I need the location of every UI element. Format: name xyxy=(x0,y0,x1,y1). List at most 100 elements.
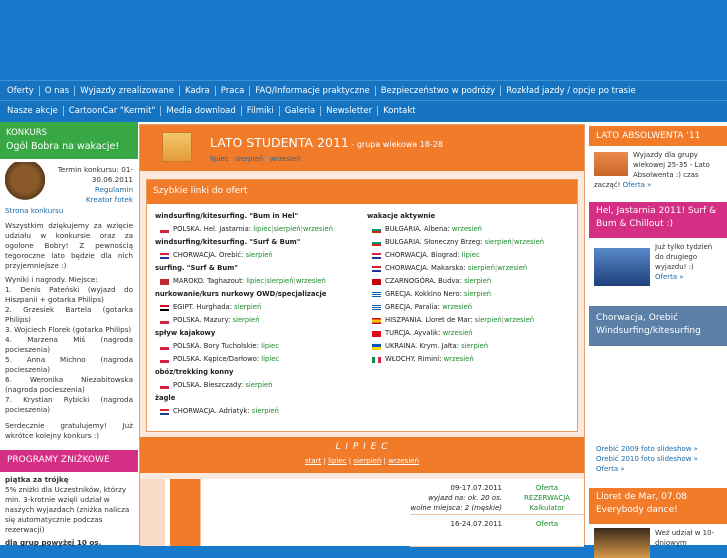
offer-month-link[interactable]: lipiec xyxy=(261,353,279,366)
lipiec-month-link[interactable]: sierpień xyxy=(353,457,381,465)
header-band xyxy=(0,0,727,80)
offer-month-link[interactable]: wrzesień xyxy=(497,262,527,275)
offer-row: POLSKA. Kępice/Darłowo: lipiec xyxy=(155,353,365,366)
nav-item[interactable]: Galeria xyxy=(280,106,322,116)
offer-month-link[interactable]: wrzesień xyxy=(514,236,544,249)
offer-month-link[interactable]: lipiec xyxy=(253,223,271,236)
lloret-header[interactable]: Lloret de Mar, 07.08 Everybody dance! xyxy=(589,488,727,524)
programy-header[interactable]: PROGRAMY ZNIŻKOWE xyxy=(0,450,138,472)
offer-month-link[interactable]: wrzesień xyxy=(303,223,333,236)
offer-month-link[interactable]: sierpień xyxy=(464,288,491,301)
flag-icon xyxy=(160,382,169,389)
nav-item[interactable]: Newsletter xyxy=(321,106,379,116)
offer-month-link[interactable]: wrzesień xyxy=(504,314,534,327)
nav-item[interactable]: Filmiki xyxy=(242,106,280,116)
offer-month-link[interactable]: sierpień xyxy=(252,405,279,418)
offer-row: GRECJA. Paralia: wrzesień xyxy=(367,301,572,314)
offer-month-link[interactable]: sierpień xyxy=(468,262,495,275)
offer-month-link[interactable]: lipiec xyxy=(462,249,480,262)
offer-place: CZARNOGÓRA. Budva: xyxy=(385,277,462,285)
offer-month-link[interactable]: sierpień xyxy=(464,275,491,288)
offer-month-link[interactable]: sierpień xyxy=(475,314,502,327)
nav-item[interactable]: Nasze akcje xyxy=(2,106,64,116)
left-column: KONKURS Ogól Bobra na wakacje! Termin kon… xyxy=(0,122,138,547)
hel-offer-link[interactable]: Oferta » xyxy=(655,273,684,281)
konkurs-header[interactable]: KONKURS Ogól Bobra na wakacje! xyxy=(0,122,138,159)
absolwent-header[interactable]: LATO ABSOLWENTA '11 xyxy=(589,126,727,146)
offer-month-link[interactable]: sierpień xyxy=(245,379,272,392)
category-label: windsurfing/kitesurfing. "Surf & Bum" xyxy=(155,238,301,246)
month-link[interactable]: wrzesień xyxy=(270,155,301,163)
lipiec-month-link[interactable]: lipiec xyxy=(328,457,346,465)
offer-row: TURCJA. Ayvalik: wrzesień xyxy=(367,327,572,340)
regulamin-link[interactable]: Regulamin xyxy=(95,185,133,194)
chorwacja-link[interactable]: Orebić 2009 foto slideshow » xyxy=(596,444,720,454)
offer-month-link[interactable]: lipiec xyxy=(246,275,264,288)
winner-item: 6. Weronika Niezabitowska (nagroda pocie… xyxy=(5,375,133,394)
kreator-link[interactable]: Kreator fotek xyxy=(86,195,133,204)
offer-month-link[interactable]: sierpień xyxy=(461,340,488,353)
chorwacja-link[interactable]: Oferta » xyxy=(596,464,720,474)
chorwacja-link[interactable]: Orebić 2010 foto slideshow » xyxy=(596,454,720,464)
trip-action-link[interactable]: REZERWACJA xyxy=(510,493,584,503)
chorwacja-header[interactable]: Chorwacja, Orebić Windsurfing/kitesurfin… xyxy=(589,306,727,346)
nav-item[interactable]: Wyjazdy zrealizowane xyxy=(75,85,181,96)
offer-row: CHORWACJA. Adriatyk: sierpień xyxy=(155,405,365,418)
flag-icon xyxy=(160,278,169,285)
hel-header[interactable]: Hel, Jastarnia 2011! Surf & Bum & Chillo… xyxy=(589,202,727,238)
flag-icon xyxy=(160,317,169,324)
flag-icon xyxy=(160,343,169,350)
nav-item[interactable]: CartoonCar "Kermit" xyxy=(64,106,162,116)
winner-item: 5. Anna Michno (nagroda pocieszenia) xyxy=(5,355,133,374)
nav-item[interactable]: Kontakt xyxy=(378,106,421,116)
lipiec-month-link[interactable]: wrzesień xyxy=(388,457,419,465)
nav-item[interactable]: Bezpieczeństwo w podróży xyxy=(376,85,502,96)
offer-month-link[interactable]: wrzesień xyxy=(443,327,473,340)
offer-row: POLSKA. Mazury: sierpień xyxy=(155,314,365,327)
trip-info: wolne miejsca: 2 (męskie) xyxy=(410,504,502,512)
winner-item: 7. Krystian Rybicki (nagroda pocieszenia… xyxy=(5,395,133,414)
absolwent-offer-link[interactable]: Oferta » xyxy=(623,181,652,189)
offer-month-link[interactable]: sierpień xyxy=(485,236,512,249)
nav-item[interactable]: Praca xyxy=(216,85,251,96)
flag-icon xyxy=(372,343,381,350)
month-link[interactable]: lipiec xyxy=(210,155,228,163)
month-link[interactable]: sierpień xyxy=(235,155,263,163)
offer-month-link[interactable]: sierpień xyxy=(234,301,261,314)
month-links: lipiec | sierpień | wrzesień xyxy=(210,155,301,163)
winner-item: 2. Grzesiek Bartela (gotarka Philips) xyxy=(5,305,133,324)
section-title: LATO STUDENTA 2011 xyxy=(210,135,349,150)
nav-item[interactable]: FAQ/Informacje praktyczne xyxy=(250,85,376,96)
lipiec-month-link[interactable]: start xyxy=(305,457,321,465)
offer-month-link[interactable]: lipiec xyxy=(261,340,279,353)
offer-row: CHORWACJA. Makarska: sierpień | wrzesień xyxy=(367,262,572,275)
trip-action-link[interactable]: Kalkulator xyxy=(510,503,584,513)
offer-place: MAROKO. Taghazout: xyxy=(173,277,245,285)
flag-icon xyxy=(160,226,169,233)
hel-box: Już tylko tydzień do drugiego wyjazdu! :… xyxy=(589,238,727,300)
offer-month-link[interactable]: wrzesień xyxy=(444,353,474,366)
flag-icon xyxy=(372,239,381,246)
trip-action-link[interactable]: Oferta xyxy=(510,519,584,529)
offer-month-link[interactable]: wrzesień xyxy=(452,223,482,236)
konkurs-page-link[interactable]: Strona konkursu xyxy=(5,206,63,215)
konkurs-box: Termin konkursu: 01-30.06.2011 Regulamin… xyxy=(0,159,138,444)
offer-month-link[interactable]: sierpień xyxy=(266,275,293,288)
nav-item[interactable]: Oferty xyxy=(2,85,40,96)
offer-month-link[interactable]: sierpień xyxy=(232,314,259,327)
flag-icon xyxy=(372,317,381,324)
offer-place: EGIPT. Hurghada: xyxy=(173,303,232,311)
flag-icon xyxy=(160,408,169,415)
trip-action-link[interactable]: Oferta xyxy=(510,483,584,493)
winners-list: 1. Denis Pateński (wyjazd do Hiszpanii +… xyxy=(5,285,133,415)
offer-month-link[interactable]: wrzesień xyxy=(296,275,326,288)
nav-item[interactable]: Media download xyxy=(161,106,242,116)
nav-item[interactable]: Kadra xyxy=(180,85,216,96)
nav-item[interactable]: Rozkład jazdy / opcje po trasie xyxy=(501,86,640,96)
chorwacja-links: Orebić 2009 foto slideshow » Orebić 2010 … xyxy=(589,346,727,488)
offer-month-link[interactable]: wrzesień xyxy=(442,301,472,314)
offer-month-link[interactable]: sierpień xyxy=(246,249,273,262)
nav-item[interactable]: O nas xyxy=(40,85,76,96)
quick-links-right: wakacje aktywnie BUŁGARIA. Albena: wrzesi… xyxy=(367,210,572,366)
offer-month-link[interactable]: sierpień xyxy=(273,223,300,236)
